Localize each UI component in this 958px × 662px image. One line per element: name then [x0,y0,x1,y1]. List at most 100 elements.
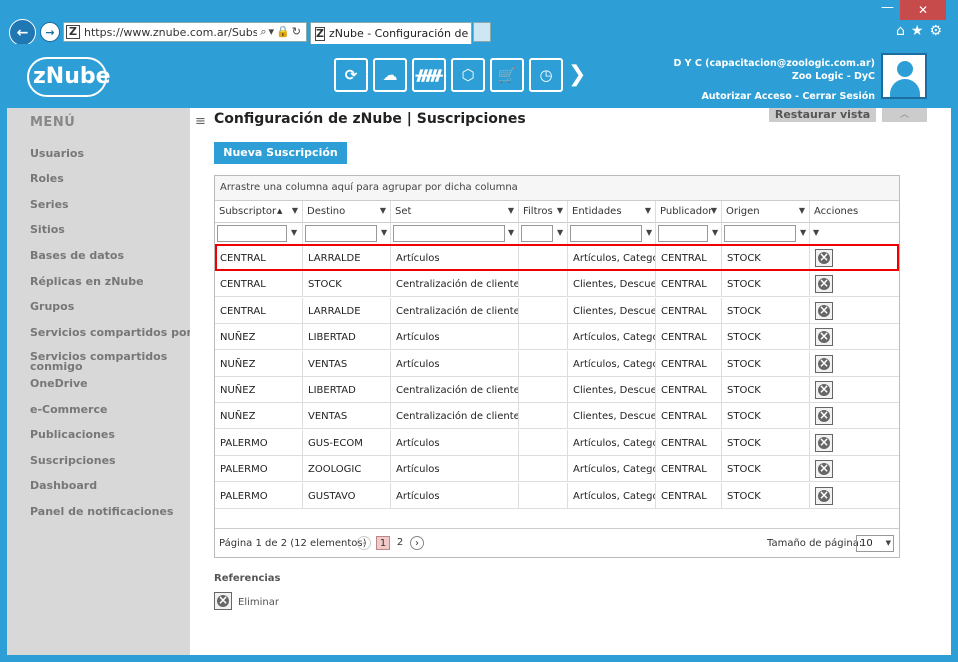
chevron-right-icon[interactable]: ❯ [568,58,586,92]
delete-icon[interactable] [815,459,833,479]
table-row[interactable]: NUÑEZVENTASArtículos Artículos, Categoría… [215,350,899,377]
sidebar-item-onedrive[interactable]: OneDrive [30,378,190,389]
filter-icon[interactable]: ▼ [813,228,819,237]
filter-input-entidades[interactable] [570,225,642,242]
logout-link[interactable]: Cerrar Sesión [802,91,875,102]
sidebar-item-ecommerce[interactable]: e-Commerce [30,404,190,415]
avatar[interactable] [881,53,927,99]
filter-icon[interactable]: ▼ [800,228,806,237]
delete-icon[interactable] [815,301,833,320]
sort-asc-icon[interactable]: ▲ [277,207,282,215]
sidebar-item-roles[interactable]: Roles [30,173,190,184]
column-header-destino[interactable]: Destino ▼ [303,201,391,223]
filter-icon[interactable]: ▼ [799,206,805,215]
page-size-value: 10 [860,538,873,549]
sidebar-item-servicios-compartidos-por-mi[interactable]: Servicios compartidos por mi [30,327,190,338]
sidebar-item-usuarios[interactable]: Usuarios [30,148,190,159]
group-panel[interactable]: Arrastre una columna aquí para agrupar p… [215,176,899,201]
delete-icon[interactable] [815,354,833,373]
page-1-button[interactable]: 1 [376,536,390,550]
column-header-filtros[interactable]: Filtros ▼ [519,201,568,223]
prev-page-icon[interactable]: ‹ [357,536,371,550]
filter-icon[interactable]: ▼ [508,206,514,215]
address-url[interactable]: https://www.znube.com.ar/Subscription [84,26,257,39]
cart-icon[interactable]: 🛒 [490,58,524,92]
cell-orig: STOCK [722,245,810,271]
browser-tools-icon[interactable]: ⌂★⚙ [896,23,948,39]
sidebar: MENÚ Usuarios Roles Series Sitios Bases … [7,108,190,655]
filter-icon[interactable]: ▼ [645,206,651,215]
filter-input-publicador[interactable] [658,225,708,242]
filter-icon[interactable]: ▼ [557,206,563,215]
new-tab-button[interactable] [473,22,491,42]
sidebar-item-suscripciones[interactable]: Suscripciones [30,455,190,466]
filter-icon[interactable]: ▼ [291,228,297,237]
delete-icon[interactable] [815,327,833,347]
column-header-subscriptor[interactable]: Subscriptor ▲ ▼ [215,201,303,223]
delete-icon[interactable] [815,274,833,294]
delete-icon[interactable] [815,486,833,505]
page-size-select[interactable]: 10 ▼ [856,535,894,552]
filter-icon[interactable]: ▼ [712,228,718,237]
filter-icon[interactable]: ▼ [380,206,386,215]
chevron-down-icon[interactable]: ▼ [886,539,891,547]
browser-tab[interactable]: Z zNube - Configuración de z... × [310,22,472,44]
sidebar-item-servicios-compartidos-conmigo[interactable]: Servicios compartidos conmigo [30,352,170,372]
column-header-set[interactable]: Set ▼ [391,201,519,223]
menu-toggle-icon[interactable]: ≡ [195,114,206,129]
table-row[interactable]: CENTRAL LARRALDE Artículos Artículos, Categ… [215,245,899,271]
clock-icon[interactable]: ◷ [529,58,563,92]
sidebar-item-series[interactable]: Series [30,199,190,210]
filter-input-set[interactable] [393,225,505,242]
page-2-button[interactable]: 2 [393,536,407,550]
table-row[interactable]: PALERMO GUS-ECOM Artículos Artículos, Categ… [215,429,899,456]
table-row[interactable]: NUÑEZLIBERTADArtículos Artículos, Categor… [215,324,899,351]
delete-icon[interactable] [815,433,833,452]
znube-logo[interactable]: zNube [27,57,111,97]
new-subscription-button[interactable]: Nueva Suscripción [214,142,347,164]
table-row[interactable]: PALERMOGUSTAVOArtículos Artículos, Catego… [215,482,899,509]
filter-input-origen[interactable] [724,225,796,242]
filter-input-destino[interactable] [305,225,377,242]
cloud-gear-icon[interactable]: ☁ [373,58,407,92]
sidebar-item-sitios[interactable]: Sitios [30,224,190,235]
column-header-entidades[interactable]: Entidades ▼ [568,201,656,223]
table-row[interactable]: NUÑEZ LIBERTAD Centralización de clientes C… [215,377,899,403]
table-row[interactable]: CENTRAL STOCK Centralización de clientes Cl… [215,271,899,298]
forward-button[interactable]: → [40,22,60,42]
back-button[interactable]: ← [9,19,36,46]
sidebar-item-grupos[interactable]: Grupos [30,301,190,312]
sidebar-item-dashboard[interactable]: Dashboard [30,480,190,491]
restore-view-button[interactable]: Restaurar vista [769,108,876,122]
delete-icon[interactable] [815,380,833,399]
authorize-access-link[interactable]: Autorizar Acceso [701,91,791,102]
table-row[interactable]: NUÑEZ VENTAS Centralización de clientes Cli… [215,403,899,430]
column-header-publicador[interactable]: Publicador ▼ [656,201,722,223]
column-header-origen[interactable]: Origen ▼ [722,201,810,223]
filter-icon[interactable]: ▼ [557,228,563,237]
delete-icon[interactable] [815,248,833,267]
sidebar-item-publicaciones[interactable]: Publicaciones [30,429,190,440]
collapse-icon[interactable]: ︿ [882,108,927,122]
sidebar-item-replicas[interactable]: Réplicas en zNube [30,276,190,287]
table-row[interactable]: PALERMO ZOOLOGIC Artículos Artículos, Categ… [215,456,899,483]
address-bar[interactable]: Z https://www.znube.com.ar/Subscription … [63,22,307,42]
sidebar-item-panel-notificaciones[interactable]: Panel de notificaciones [30,506,190,517]
filter-icon[interactable]: ▼ [381,228,387,237]
minimize-icon[interactable]: — [881,0,894,20]
filter-input-subscriptor[interactable] [217,225,287,242]
filter-icon[interactable]: ▼ [508,228,514,237]
filter-input-filtros[interactable] [521,225,553,242]
filter-icon[interactable]: ▼ [292,206,298,215]
filter-icon[interactable]: ▼ [646,228,652,237]
forms-icon[interactable]: ᚏ [412,58,446,92]
filter-icon[interactable]: ▼ [711,206,717,215]
next-page-icon[interactable]: › [410,536,424,550]
box-icon[interactable]: ⬡ [451,58,485,92]
close-window-icon[interactable]: ✕ [900,0,946,20]
table-row[interactable]: CENTRAL LARRALDE Centralización de cliente… [215,297,899,324]
delete-icon[interactable] [815,406,833,426]
address-actions-icon[interactable]: ⌕▾🔒↻ [257,25,306,39]
users-cycle-icon[interactable]: ⟳ [334,58,368,92]
sidebar-item-bases-de-datos[interactable]: Bases de datos [30,250,190,261]
